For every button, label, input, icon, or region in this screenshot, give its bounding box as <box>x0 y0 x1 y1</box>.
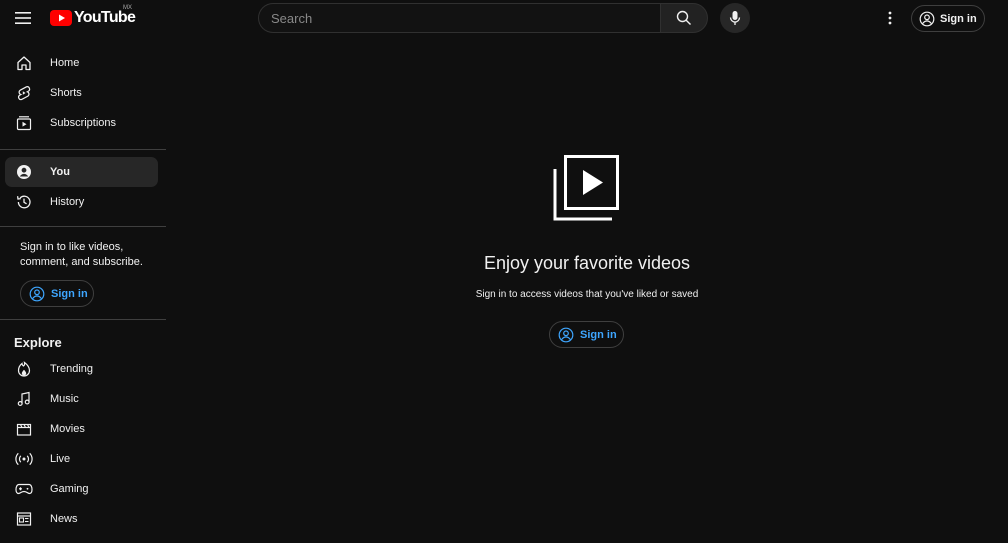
sidebar-item-label: History <box>50 196 85 208</box>
subscriptions-icon <box>15 114 33 132</box>
sidebar-item-home[interactable]: Home <box>5 48 158 78</box>
logo-country-code: MX <box>123 5 132 11</box>
music-icon <box>15 390 33 408</box>
movies-icon <box>15 420 33 438</box>
more-options-button[interactable] <box>880 6 900 30</box>
page-title: Enjoy your favorite videos <box>483 253 691 273</box>
sidebar-divider <box>0 149 166 150</box>
microphone-icon <box>729 11 741 25</box>
sidebar-item-label: Subscriptions <box>50 117 117 129</box>
sidebar-item-label: News <box>50 513 78 525</box>
header-sign-in-button[interactable]: Sign in <box>911 5 985 32</box>
voice-search-button[interactable] <box>720 3 750 33</box>
sidebar-item-trending[interactable]: Trending <box>5 354 158 384</box>
account-circle-icon <box>919 11 935 26</box>
search-box <box>258 3 661 33</box>
sidebar-item-label: Trending <box>50 363 94 375</box>
search-button[interactable] <box>660 3 708 33</box>
sidebar-item-movies[interactable]: Movies <box>5 414 158 444</box>
page-subtitle: Sign in to access videos that you've lik… <box>475 289 699 300</box>
main-sign-in-label: Sign in <box>580 328 617 341</box>
account-icon <box>15 163 33 181</box>
sidebar-item-news[interactable]: News <box>5 504 158 534</box>
account-circle-icon <box>29 286 45 301</box>
account-circle-icon <box>558 327 574 342</box>
sidebar-item-label: Movies <box>50 423 85 435</box>
menu-icon[interactable] <box>12 6 34 30</box>
sidebar-item-history[interactable]: History <box>5 187 158 217</box>
playlist-play-icon <box>553 155 619 221</box>
sidebar-item-you[interactable]: You <box>5 157 158 187</box>
sidebar-item-subscriptions[interactable]: Subscriptions <box>5 108 158 138</box>
youtube-play-logo-icon <box>50 10 72 26</box>
youtube-logo[interactable]: YouTube MX <box>50 5 136 27</box>
live-icon <box>15 450 33 468</box>
sidebar-item-label: Shorts <box>50 87 82 99</box>
sidebar-item-label: Gaming <box>50 483 89 495</box>
sidebar-sign-in-label: Sign in <box>51 287 88 300</box>
search-input[interactable] <box>271 10 649 26</box>
history-icon <box>15 193 33 211</box>
top-bar: YouTube MX Sign in <box>0 0 1008 36</box>
sidebar-item-label: Music <box>50 393 79 405</box>
sidebar-item-gaming[interactable]: Gaming <box>5 474 158 504</box>
sidebar: Home Shorts Subscriptions You History Si… <box>0 48 166 543</box>
explore-heading: Explore <box>14 335 62 350</box>
header-sign-in-label: Sign in <box>940 12 977 25</box>
sidebar-item-label: Live <box>50 453 71 465</box>
gaming-icon <box>15 480 33 498</box>
home-icon <box>15 54 33 72</box>
vertical-dots-icon <box>888 11 892 25</box>
trending-icon <box>15 360 33 378</box>
search-icon <box>676 10 691 25</box>
sign-in-prompt-text: Sign in to like videos, comment, and sub… <box>20 241 143 268</box>
sidebar-item-label: You <box>50 166 70 178</box>
logo-wordmark: YouTube <box>74 9 136 26</box>
news-icon <box>15 510 33 528</box>
main-sign-in-button[interactable]: Sign in <box>549 321 624 348</box>
sidebar-item-label: Home <box>50 57 80 69</box>
sidebar-item-music[interactable]: Music <box>5 384 158 414</box>
sidebar-item-live[interactable]: Live <box>5 444 158 474</box>
shorts-icon <box>15 84 33 102</box>
sidebar-item-shorts[interactable]: Shorts <box>5 78 158 108</box>
main-content: Enjoy your favorite videos Sign in to ac… <box>166 36 1008 543</box>
sidebar-sign-in-button[interactable]: Sign in <box>20 280 94 307</box>
